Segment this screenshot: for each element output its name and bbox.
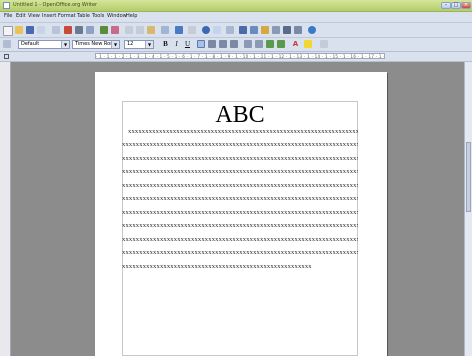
menu-format[interactable]: Format <box>58 13 76 19</box>
align-left-icon[interactable] <box>197 40 205 48</box>
window-title: Untitled 1 - OpenOffice.org Writer <box>13 2 98 8</box>
tab-type-icon[interactable] <box>4 54 9 59</box>
maximize-button[interactable]: □ <box>451 2 461 9</box>
format-paintbrush-icon[interactable] <box>161 26 169 34</box>
highlighting-icon[interactable] <box>304 40 312 48</box>
menu-insert[interactable]: Insert <box>42 13 56 19</box>
scrollbar-thumb[interactable] <box>466 142 471 212</box>
title-bar[interactable]: Untitled 1 - OpenOffice.org Writer – □ × <box>0 0 472 12</box>
bold-button[interactable]: B <box>161 40 170 49</box>
minimize-button[interactable]: – <box>441 2 451 9</box>
redo-icon[interactable] <box>188 26 196 34</box>
menu-view[interactable]: View <box>28 13 40 19</box>
text-line[interactable]: xxxxxxxxxxxxxxxxxxxxxxxxxxxxxxxxxxxxxxxx… <box>122 141 358 149</box>
text-line[interactable]: xxxxxxxxxxxxxxxxxxxxxxxxxxxxxxxxxxxxxxxx… <box>122 209 358 217</box>
formatting-toolbar: Default ▼ Times New Roman ▼ 12 ▼ B I U A <box>0 38 472 52</box>
open-folder-icon[interactable] <box>15 26 23 34</box>
justify-icon[interactable] <box>230 40 238 48</box>
edit-file-icon[interactable] <box>52 26 60 34</box>
chevron-down-icon[interactable]: ▼ <box>145 41 153 48</box>
text-line[interactable]: xxxxxxxxxxxxxxxxxxxxxxxxxxxxxxxxxxxxxxxx… <box>122 263 358 271</box>
app-icon <box>3 2 10 9</box>
spellcheck-icon[interactable] <box>100 26 108 34</box>
chevron-down-icon[interactable]: ▼ <box>111 41 119 48</box>
standard-toolbar <box>0 23 472 38</box>
italic-button[interactable]: I <box>172 40 181 49</box>
page-preview-icon[interactable] <box>86 26 94 34</box>
horizontal-ruler[interactable]: · 1 · 1 · 1 · 2 · 1 · 3 · 1 · 4 · 1 · 5 … <box>0 52 472 62</box>
text-line[interactable]: xxxxxxxxxxxxxxxxxxxxxxxxxxxxxxxxxxxxxxxx… <box>122 155 358 163</box>
text-line[interactable]: xxxxxxxxxxxxxxxxxxxxxxxxxxxxxxxxxxxxxxxx… <box>122 168 358 176</box>
hyperlink-icon[interactable] <box>202 26 210 34</box>
cut-icon[interactable] <box>125 26 133 34</box>
menu-file[interactable]: File <box>4 13 12 19</box>
document-heading[interactable]: ABC <box>122 102 358 128</box>
text-line[interactable]: xxxxxxxxxxxxxxxxxxxxxxxxxxxxxxxxxxxxxxxx… <box>122 195 358 203</box>
help-icon[interactable] <box>308 26 316 34</box>
vertical-ruler[interactable] <box>0 62 11 356</box>
font-color-icon[interactable]: A <box>291 40 300 49</box>
styles-formatting-icon[interactable] <box>3 40 11 48</box>
font-size-value: 12 <box>127 41 134 47</box>
nonprinting-characters-icon[interactable] <box>283 26 291 34</box>
numbering-icon[interactable] <box>244 40 252 48</box>
save-icon[interactable] <box>26 26 34 34</box>
increase-indent-icon[interactable] <box>277 40 285 48</box>
vertical-scrollbar[interactable] <box>464 62 472 356</box>
paste-icon[interactable] <box>147 26 155 34</box>
copy-icon[interactable] <box>136 26 144 34</box>
paragraph-style-value: Default <box>21 41 40 47</box>
new-document-icon[interactable] <box>3 26 13 36</box>
find-replace-icon[interactable] <box>239 26 247 34</box>
text-line[interactable]: xxxxxxxxxxxxxxxxxxxxxxxxxxxxxxxxxxxxxxxx… <box>122 128 358 136</box>
navigator-icon[interactable] <box>250 26 258 34</box>
menu-table[interactable]: Table <box>77 13 90 19</box>
chevron-down-icon[interactable]: ▼ <box>61 41 69 48</box>
text-line[interactable]: xxxxxxxxxxxxxxxxxxxxxxxxxxxxxxxxxxxxxxxx… <box>122 222 358 230</box>
bullets-icon[interactable] <box>255 40 263 48</box>
text-line[interactable]: xxxxxxxxxxxxxxxxxxxxxxxxxxxxxxxxxxxxxxxx… <box>122 249 358 257</box>
underline-button[interactable]: U <box>183 40 192 49</box>
print-icon[interactable] <box>75 26 83 34</box>
font-name-combo[interactable]: Times New Roman ▼ <box>72 40 120 49</box>
font-size-combo[interactable]: 12 ▼ <box>124 40 154 49</box>
email-icon[interactable] <box>37 26 45 34</box>
table-icon[interactable] <box>213 26 221 34</box>
data-sources-icon[interactable] <box>272 26 280 34</box>
gallery-icon[interactable] <box>261 26 269 34</box>
zoom-icon[interactable] <box>294 26 302 34</box>
paragraph-style-combo[interactable]: Default ▼ <box>18 40 70 49</box>
menu-window[interactable]: Window <box>107 13 127 19</box>
export-pdf-icon[interactable] <box>64 26 72 34</box>
undo-icon[interactable] <box>175 26 183 34</box>
show-draw-functions-icon[interactable] <box>226 26 234 34</box>
close-button[interactable]: × <box>461 2 471 9</box>
align-center-icon[interactable] <box>208 40 216 48</box>
autospellcheck-icon[interactable] <box>111 26 119 34</box>
menu-bar: File Edit View Insert Format Table Tools… <box>0 12 472 23</box>
align-right-icon[interactable] <box>219 40 227 48</box>
ruler-scale: · 1 · 1 · 1 · 2 · 1 · 3 · 1 · 4 · 1 · 5 … <box>95 53 385 59</box>
menu-edit[interactable]: Edit <box>16 13 26 19</box>
menu-help[interactable]: Help <box>126 13 137 19</box>
text-line[interactable]: xxxxxxxxxxxxxxxxxxxxxxxxxxxxxxxxxxxxxxxx… <box>122 182 358 190</box>
text-line[interactable]: xxxxxxxxxxxxxxxxxxxxxxxxxxxxxxxxxxxxxxxx… <box>122 236 358 244</box>
background-color-icon[interactable] <box>320 40 328 48</box>
decrease-indent-icon[interactable] <box>266 40 274 48</box>
menu-tools[interactable]: Tools <box>92 13 104 19</box>
